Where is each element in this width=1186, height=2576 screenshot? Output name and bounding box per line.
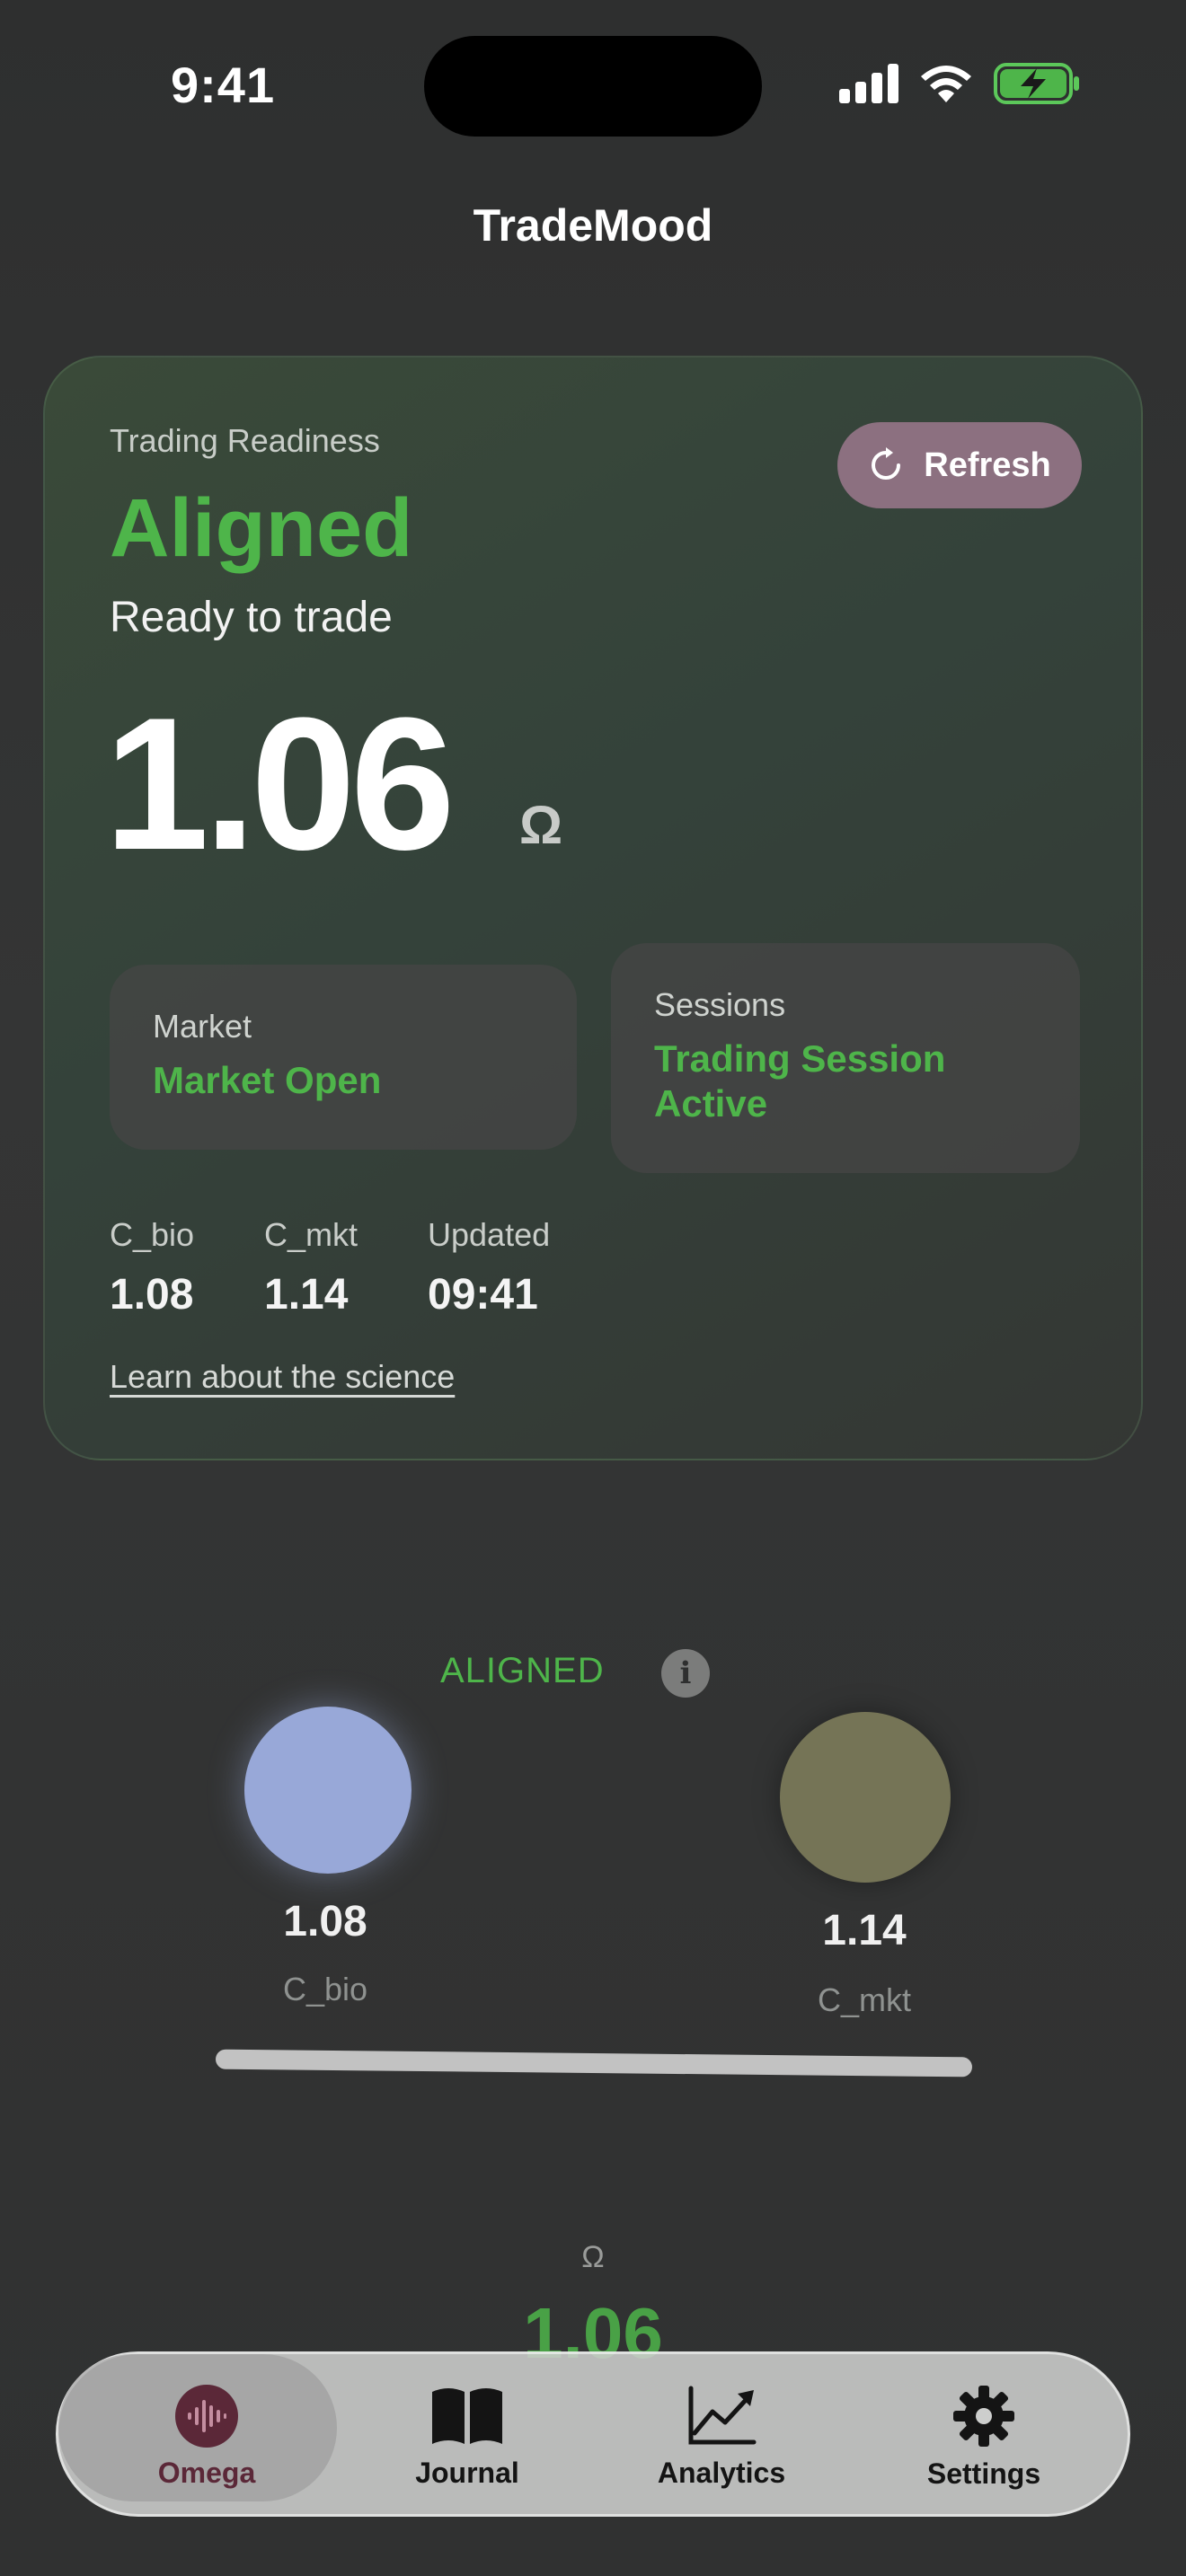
metric-label: C_bio bbox=[110, 1216, 195, 1253]
status-time: 9:41 bbox=[171, 57, 276, 113]
tab-analytics[interactable]: Analytics bbox=[623, 2354, 820, 2519]
tab-journal[interactable]: Journal bbox=[368, 2354, 566, 2519]
tab-label: Analytics bbox=[657, 2456, 786, 2489]
metric-updated: Updated 09:41 bbox=[428, 1216, 550, 1319]
sessions-value: Trading Session Active bbox=[654, 1037, 946, 1125]
market-value: Market Open bbox=[153, 1059, 382, 1101]
omega-score: 1.06 bbox=[104, 678, 456, 889]
wifi-icon bbox=[921, 66, 971, 102]
tab-bar: Omega Journal Analytics Settings bbox=[56, 2351, 1130, 2517]
info-icon[interactable]: i bbox=[661, 1649, 710, 1698]
learn-science-link[interactable]: Learn about the science bbox=[110, 1358, 455, 1396]
market-status-box: Market Market Open bbox=[110, 965, 577, 1150]
sessions-label: Sessions bbox=[654, 986, 786, 1023]
app-title: TradeMood bbox=[473, 200, 713, 251]
c-mkt-orb-value: 1.14 bbox=[822, 1907, 907, 1954]
metric-c-bio: C_bio 1.08 bbox=[110, 1216, 194, 1319]
market-label: Market bbox=[153, 1008, 252, 1045]
alignment-state-label: ALIGNED bbox=[440, 1651, 605, 1690]
readiness-label: Trading Readiness bbox=[110, 422, 380, 459]
dynamic-island bbox=[424, 36, 762, 137]
screen: 9:41 TradeMood Trading Readiness Aligned… bbox=[0, 0, 1186, 2576]
metric-label: Updated bbox=[428, 1216, 551, 1253]
gear-icon bbox=[953, 2385, 1014, 2447]
readiness-card: Trading Readiness Aligned Ready to trade… bbox=[43, 356, 1143, 1460]
metric-value: 1.14 bbox=[264, 1271, 349, 1319]
sessions-status-box: Sessions Trading Session Active bbox=[611, 943, 1080, 1173]
omega-symbol-label: Ω bbox=[581, 2240, 605, 2274]
tab-label: Journal bbox=[415, 2456, 519, 2489]
c-bio-orb-value: 1.08 bbox=[283, 1898, 367, 1945]
waveform-icon bbox=[175, 2384, 238, 2448]
c-mkt-orb bbox=[780, 1712, 951, 1883]
metric-value: 09:41 bbox=[428, 1271, 538, 1319]
refresh-icon bbox=[872, 447, 901, 480]
refresh-button[interactable]: Refresh bbox=[837, 422, 1082, 508]
cellular-signal-icon bbox=[839, 64, 898, 103]
book-icon bbox=[432, 2387, 502, 2444]
metric-label: C_mkt bbox=[264, 1216, 358, 1253]
tab-label: Settings bbox=[926, 2457, 1041, 2490]
refresh-label: Refresh bbox=[924, 446, 1051, 484]
metric-value: 1.08 bbox=[110, 1271, 194, 1319]
c-bio-orb-label: C_bio bbox=[282, 1971, 368, 2007]
metric-c-mkt: C_mkt 1.14 bbox=[264, 1216, 358, 1319]
c-mkt-orb-label: C_mkt bbox=[817, 1981, 911, 2018]
readiness-state: Aligned bbox=[110, 482, 413, 574]
tab-settings[interactable]: Settings bbox=[885, 2354, 1083, 2519]
status-icons bbox=[839, 63, 1080, 104]
battery-charging-icon bbox=[994, 63, 1079, 104]
tab-label: Omega bbox=[157, 2456, 256, 2489]
omega-unit: Ω bbox=[519, 795, 563, 855]
chart-line-icon bbox=[688, 2386, 757, 2444]
readiness-subtitle: Ready to trade bbox=[110, 594, 393, 641]
tab-omega[interactable]: Omega bbox=[108, 2354, 305, 2519]
alignment-balance-bar bbox=[215, 2049, 973, 2078]
c-bio-orb bbox=[244, 1707, 412, 1874]
